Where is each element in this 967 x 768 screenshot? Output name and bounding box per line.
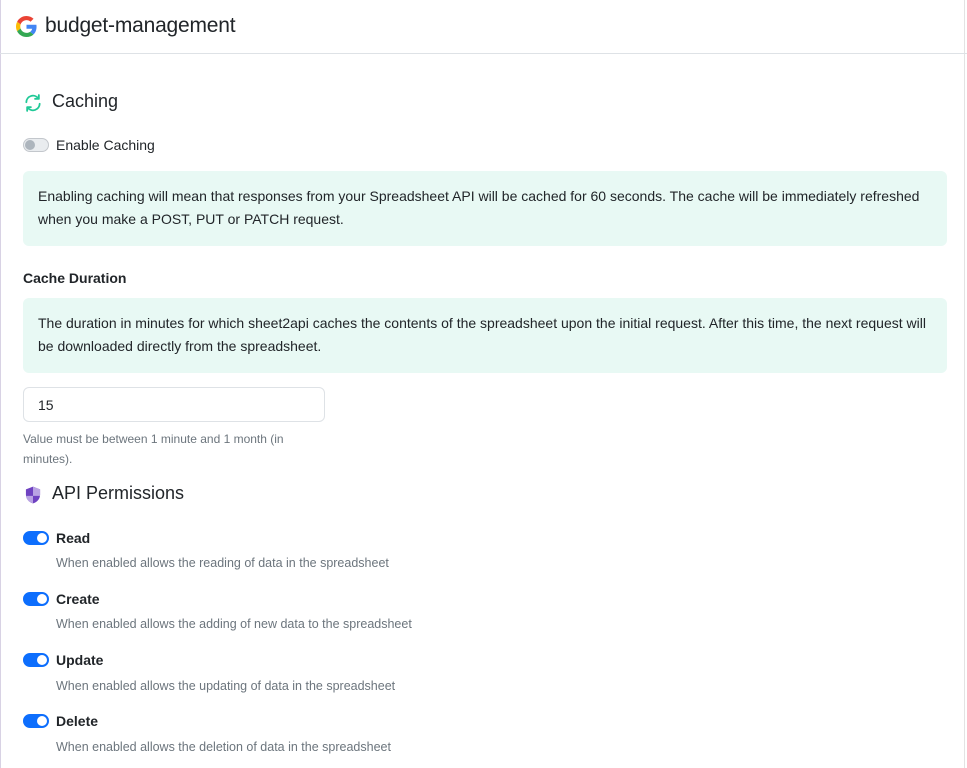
create-description: When enabled allows the adding of new da… bbox=[56, 617, 412, 631]
google-g-icon bbox=[16, 16, 37, 37]
refresh-icon bbox=[25, 94, 41, 112]
cache-duration-help: Value must be between 1 minute and 1 mon… bbox=[23, 432, 284, 466]
cache-duration-input[interactable] bbox=[23, 387, 325, 422]
shield-icon bbox=[25, 486, 41, 504]
api-permissions-title: API Permissions bbox=[52, 483, 185, 503]
cache-duration-info-text: The duration in minutes for which sheet2… bbox=[38, 315, 926, 354]
caching-info-text: Enabling caching will mean that response… bbox=[38, 188, 920, 227]
settings-panel bbox=[0, 0, 965, 768]
read-description: When enabled allows the reading of data … bbox=[56, 556, 389, 570]
delete-description: When enabled allows the deletion of data… bbox=[56, 740, 391, 754]
cache-duration-info-box: The duration in minutes for which sheet2… bbox=[23, 298, 947, 373]
enable-caching-label: Enable Caching bbox=[56, 137, 155, 153]
delete-label: Delete bbox=[56, 713, 99, 729]
project-title: budget-management bbox=[45, 14, 236, 37]
create-toggle[interactable] bbox=[23, 592, 49, 606]
update-label: Update bbox=[56, 652, 104, 668]
update-description: When enabled allows the updating of data… bbox=[56, 679, 396, 693]
caching-info-box: Enabling caching will mean that response… bbox=[23, 171, 947, 246]
enable-caching-toggle[interactable] bbox=[23, 138, 49, 152]
cache-duration-label: Cache Duration bbox=[23, 270, 127, 286]
delete-toggle[interactable] bbox=[23, 714, 49, 728]
read-toggle[interactable] bbox=[23, 531, 49, 545]
read-label: Read bbox=[56, 530, 91, 546]
create-label: Create bbox=[56, 591, 100, 607]
update-toggle[interactable] bbox=[23, 653, 49, 667]
page-header: budget-management bbox=[0, 0, 967, 54]
caching-title: Caching bbox=[52, 91, 119, 111]
